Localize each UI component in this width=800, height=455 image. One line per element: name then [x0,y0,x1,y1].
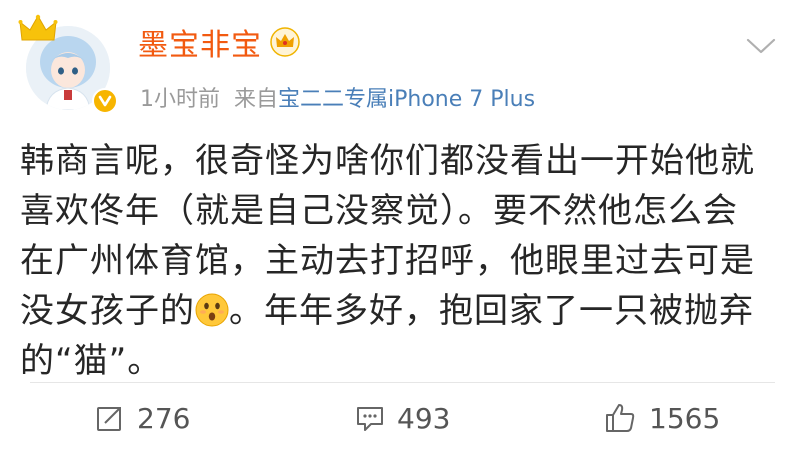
divider [30,382,775,383]
username-row: 墨宝非宝 [138,24,300,63]
repost-count: 276 [137,401,191,435]
avatar-group[interactable] [18,14,118,114]
comment-count: 493 [397,401,451,435]
repost-icon [97,407,121,431]
source-device-link[interactable]: 宝二二专属iPhone 7 Plus [278,81,535,113]
like-count: 1565 [649,401,721,435]
post-text: 韩商言呢，很奇怪为啥你们都没看出一开始他就 喜欢佟年（就是自己没察觉）。要不然他… [20,136,780,386]
vip-crown-icon[interactable] [270,27,300,57]
post-time: 1小时前 [140,87,220,112]
chevron-down-icon[interactable] [745,36,777,56]
like-button[interactable]: 1565 [603,398,720,438]
comment-button[interactable]: 493 [355,398,450,438]
username[interactable]: 墨宝非宝 [138,20,262,64]
source-prefix: 来自 [234,87,279,112]
post-meta: 1小时前 来自 宝二二专属iPhone 7 Plus [140,82,535,112]
repost-button[interactable]: 276 [95,398,190,438]
thumbs-up-icon [606,404,635,432]
crown-icon [18,14,58,41]
surprised-face-emoji [195,293,229,327]
verified-badge-icon [92,88,118,114]
comment-icon [357,407,383,431]
